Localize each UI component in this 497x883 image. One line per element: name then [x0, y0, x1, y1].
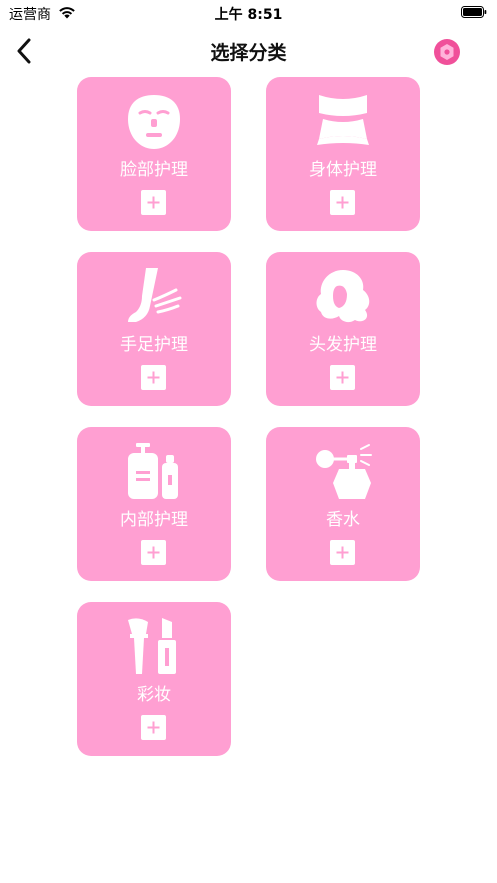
- category-tile-hand-foot[interactable]: 手足护理: [77, 252, 231, 406]
- battery-icon: [461, 6, 487, 18]
- plus-icon: [336, 196, 349, 209]
- hexagon-badge-icon[interactable]: [433, 38, 461, 66]
- plus-icon: [147, 196, 160, 209]
- hair-icon: [316, 270, 370, 323]
- add-button[interactable]: [141, 540, 166, 565]
- status-time: 上午 8:51: [214, 7, 283, 23]
- plus-icon: [336, 371, 349, 384]
- category-tile-makeup[interactable]: 彩妆: [77, 602, 231, 756]
- add-button[interactable]: [330, 365, 355, 390]
- category-tile-internal[interactable]: 内部护理: [77, 427, 231, 581]
- plus-icon: [147, 546, 160, 559]
- status-bar: 运营商 上午 8:51: [0, 0, 497, 28]
- page-title: 选择分类: [210, 42, 287, 64]
- hand-foot-icon: [128, 268, 182, 322]
- category-tile-face[interactable]: 脸部护理: [77, 77, 231, 231]
- plus-icon: [147, 371, 160, 384]
- category-label: 脸部护理: [120, 160, 188, 180]
- add-button[interactable]: [141, 190, 166, 215]
- category-tile-perfume[interactable]: 香水: [266, 427, 420, 581]
- category-tile-body[interactable]: 身体护理: [266, 77, 420, 231]
- add-button[interactable]: [330, 540, 355, 565]
- category-label: 香水: [326, 510, 360, 530]
- bottles-icon: [128, 443, 178, 499]
- add-button[interactable]: [330, 190, 355, 215]
- plus-icon: [147, 721, 160, 734]
- add-button[interactable]: [141, 715, 166, 740]
- category-tile-hair[interactable]: 头发护理: [266, 252, 420, 406]
- category-label: 身体护理: [309, 160, 377, 180]
- body-icon: [317, 95, 369, 145]
- nav-bar: 选择分类: [0, 28, 497, 74]
- category-label: 彩妆: [137, 685, 171, 705]
- add-button[interactable]: [141, 365, 166, 390]
- category-label: 手足护理: [120, 335, 188, 355]
- perfume-icon: [316, 444, 372, 499]
- category-label: 头发护理: [309, 335, 377, 355]
- makeup-icon: [128, 618, 176, 674]
- face-mask-icon: [128, 95, 180, 149]
- category-label: 内部护理: [120, 510, 188, 530]
- plus-icon: [336, 546, 349, 559]
